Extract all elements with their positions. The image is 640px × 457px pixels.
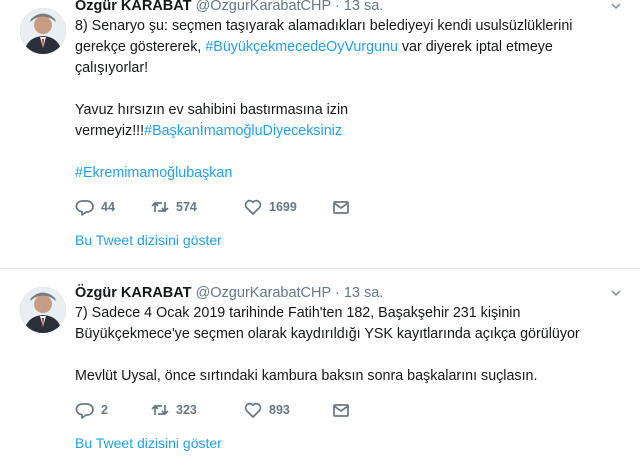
text-line: Mevlüt Uysal, önce sırtındaki kambura ba…	[75, 368, 538, 384]
author-handle[interactable]: @OzgurKarabatCHP	[196, 285, 331, 301]
text-line: 7) Sadece 4 Ocak 2019 tarihinde Fatih'te…	[75, 305, 521, 321]
chevron-down-icon[interactable]	[608, 287, 624, 303]
like-button[interactable]: 1699	[243, 197, 331, 217]
text-line: #Ekremimamoğlubaşkan	[75, 163, 630, 184]
text-fragment: vermeyiz!!!	[75, 123, 145, 139]
tweet-header: Özgür KARABAT @OzgurKarabatCHP · 13 sa.	[75, 0, 630, 16]
reply-button[interactable]: 44	[75, 197, 150, 217]
chevron-down-icon[interactable]	[608, 0, 624, 16]
text-line: 8) Senaryo şu: seçmen taşıyarak alamadık…	[75, 18, 573, 34]
separator: ·	[334, 0, 340, 14]
text-fragment: var diyerek iptal etmeye	[397, 39, 553, 55]
tweet-2[interactable]: Özgür KARABAT @OzgurKarabatCHP · 13 sa. …	[0, 269, 640, 457]
hashtag-link[interactable]: #Ekremimamoğlubaşkan	[75, 165, 232, 181]
retweet-icon	[150, 197, 170, 217]
message-icon	[331, 197, 351, 217]
tweet-header: Özgür KARABAT @OzgurKarabatCHP · 13 sa.	[75, 283, 630, 303]
separator: ·	[334, 285, 340, 301]
tweet-text: 7) Sadece 4 Ocak 2019 tarihinde Fatih'te…	[75, 303, 630, 387]
retweet-button[interactable]: 323	[150, 400, 243, 420]
like-icon	[243, 197, 263, 217]
show-thread-link[interactable]: Bu Tweet dizisini göster	[75, 232, 630, 248]
text-line: çalışıyorlar!	[75, 60, 149, 76]
tweet-actions: 2 323 893	[75, 397, 630, 423]
message-button[interactable]	[331, 197, 357, 217]
text-line: vermeyiz!!!#BaşkanİmamoğluDiyeceksiniz	[75, 121, 630, 142]
hashtag-link[interactable]: #BaşkanİmamoğluDiyeceksiniz	[144, 123, 342, 139]
retweet-count: 323	[176, 403, 197, 417]
author-handle[interactable]: @OzgurKarabatCHP	[196, 0, 331, 14]
text-line: gerekçe göstererek, #BüyükçekmecedeOyVur…	[75, 37, 630, 58]
show-thread-link[interactable]: Bu Tweet dizisini göster	[75, 435, 630, 451]
message-button[interactable]	[331, 400, 357, 420]
like-count: 1699	[269, 200, 297, 214]
tweet-text: 8) Senaryo şu: seçmen taşıyarak alamadık…	[75, 16, 630, 184]
like-count: 893	[269, 403, 290, 417]
timestamp[interactable]: 13 sa.	[344, 0, 384, 14]
tweet-actions: 44 574 1699	[75, 194, 630, 220]
hashtag-link[interactable]: #BüyükçekmecedeOyVurgunu	[205, 39, 398, 55]
retweet-icon	[150, 400, 170, 420]
tweet-content: Özgür KARABAT @OzgurKarabatCHP · 13 sa. …	[75, 283, 630, 451]
like-icon	[243, 400, 263, 420]
reply-count: 44	[101, 200, 115, 214]
text-line: Büyükçekmece'ye seçmen olarak kaydırıldı…	[75, 326, 580, 342]
reply-icon	[75, 400, 95, 420]
tweet-content: Özgür KARABAT @OzgurKarabatCHP · 13 sa. …	[75, 0, 630, 248]
text-line: Yavuz hırsızın ev sahibini bastırmasına …	[75, 102, 349, 118]
text-fragment: gerekçe göstererek,	[75, 39, 206, 55]
retweet-count: 574	[176, 200, 197, 214]
author-name[interactable]: Özgür KARABAT	[75, 285, 192, 301]
reply-icon	[75, 197, 95, 217]
author-name[interactable]: Özgür KARABAT	[75, 0, 192, 14]
timestamp[interactable]: 13 sa.	[344, 285, 384, 301]
retweet-button[interactable]: 574	[150, 197, 243, 217]
message-icon	[331, 400, 351, 420]
tweet-1[interactable]: Özgür KARABAT @OzgurKarabatCHP · 13 sa. …	[0, 0, 640, 269]
like-button[interactable]: 893	[243, 400, 331, 420]
reply-count: 2	[101, 403, 108, 417]
avatar[interactable]	[20, 8, 66, 54]
avatar[interactable]	[20, 287, 66, 333]
reply-button[interactable]: 2	[75, 400, 150, 420]
